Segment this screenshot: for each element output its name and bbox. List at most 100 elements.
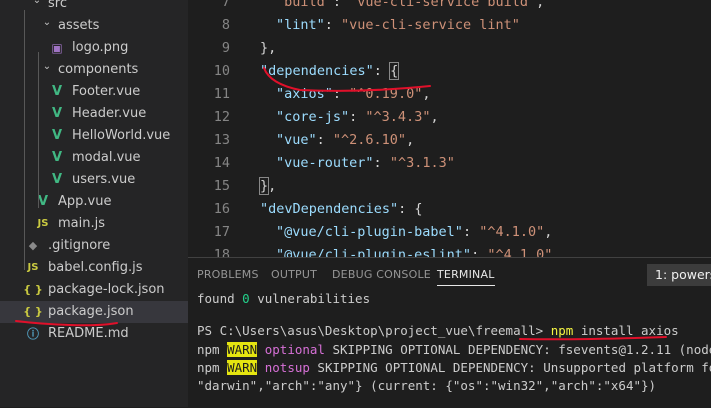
code-token: "@vue/cli-plugin-eslint": [276, 247, 472, 257]
code-token: "vue-cli-service build": [349, 0, 537, 10]
code-text: },: [258, 175, 277, 198]
code-token: }: [258, 177, 270, 195]
code-token: "^2.6.10": [332, 132, 407, 148]
code-line: 7 "build": "vue-cli-service build",: [188, 0, 711, 14]
terminal-select[interactable]: 1: powers: [647, 264, 711, 286]
item-label: main.js: [58, 216, 105, 231]
code-text: "@vue/cli-plugin-babel": "^4.1.0",: [276, 221, 552, 244]
line-number: 14: [213, 155, 230, 171]
item-label: HelloWorld.vue: [72, 128, 171, 143]
warn-badge: WARN: [227, 360, 258, 375]
code-token: "vue": [276, 132, 317, 148]
terminal-line-warn-1: npm WARN optional SKIPPING OPTIONAL DEPE…: [197, 341, 711, 359]
tab-problems[interactable]: PROBLEMS: [197, 258, 259, 292]
code-token: :: [332, 86, 350, 102]
code-line: 12 "core-js": "^3.4.3",: [188, 106, 711, 129]
item-label: logo.png: [72, 40, 129, 55]
file-item[interactable]: JS babel.config.js: [0, 257, 188, 279]
code-token: ,: [536, 0, 545, 10]
terminal-line-platform: "darwin","arch":"any"} (current: {"os":"…: [197, 378, 657, 393]
warn-badge: WARN: [227, 342, 258, 357]
code-token: "^4.1.0": [479, 224, 545, 240]
indent-guide: [24, 10, 25, 270]
terminal-text: SKIPPING OPTIONAL DEPENDENCY: Unsupporte…: [309, 360, 711, 375]
code-token: ,: [268, 178, 277, 194]
file-item[interactable]: { } package-lock.json: [0, 279, 188, 301]
terminal-line-command: PS C:\Users\asus\Desktop\project_vue\fre…: [197, 322, 679, 340]
json-file-icon: { }: [23, 283, 43, 296]
code-token: ,: [422, 86, 431, 102]
tab-output[interactable]: OUTPUT: [271, 258, 317, 292]
item-label: users.vue: [72, 172, 136, 187]
code-token: "@vue/cli-plugin-babel": [276, 224, 463, 240]
file-item[interactable]: JS main.js: [0, 213, 188, 235]
indent-guide: [38, 52, 39, 208]
code-line: 10 "dependencies": {: [188, 60, 711, 83]
tab-terminal[interactable]: TERMINAL: [437, 258, 495, 292]
terminal-text: SKIPPING OPTIONAL DEPENDENCY: fsevents@1…: [332, 342, 711, 357]
code-text: "devDependencies": {: [260, 198, 423, 221]
file-item[interactable]: ⓘ README.md: [0, 323, 188, 345]
code-token: "vue-cli-service lint": [341, 17, 520, 33]
file-item[interactable]: ▣ logo.png: [0, 37, 188, 59]
code-token: :: [316, 132, 333, 148]
folder-item[interactable]: ⌄ src: [0, 0, 188, 15]
terminal-text: vulnerabilities: [249, 291, 371, 306]
code-line: 18 "@vue/cli-plugin-eslint": "^4.1.0",: [188, 244, 711, 257]
code-text: "vue-router": "^3.1.3": [276, 152, 455, 175]
file-item[interactable]: V Footer.vue: [0, 81, 188, 103]
line-number: 12: [213, 109, 230, 125]
code-editor[interactable]: 7 "build": "vue-cli-service build", 8 "lint…: [188, 0, 711, 257]
code-token: "axios": [276, 86, 333, 102]
code-token: ,: [430, 109, 439, 125]
code-token: :: [471, 247, 488, 257]
chevron-down-icon: ⌄: [32, 0, 42, 6]
item-label: assets: [58, 18, 100, 33]
vue-file-icon: V: [37, 194, 49, 209]
file-item[interactable]: Vmodal.vue: [0, 147, 188, 169]
bottom-panel: PROBLEMS OUTPUT DEBUG CONSOLE TERMINAL 1…: [188, 257, 711, 408]
explorer-sidebar: ⌄ src ⌄ assets ▣ logo.png ⌄ components V Footer.v…: [0, 0, 188, 407]
folder-item[interactable]: ⌄ assets: [0, 15, 188, 37]
item-label: components: [58, 62, 139, 77]
code-text: "@vue/cli-plugin-eslint": "^4.1.0",: [276, 244, 561, 257]
chevron-down-icon: ⌄: [42, 61, 52, 72]
code-token: "^3.4.3": [365, 109, 431, 125]
code-token: "^0.19.0": [349, 86, 423, 102]
code-text: "core-js": "^3.4.3",: [276, 106, 439, 129]
file-item[interactable]: V Header.vue: [0, 103, 188, 125]
code-text: "dependencies": {: [260, 60, 400, 83]
folder-item[interactable]: ⌄ components: [0, 59, 188, 81]
vue-file-icon: V: [51, 150, 63, 165]
warn-kind: notsup: [257, 360, 310, 375]
js-file-icon: JS: [27, 262, 39, 273]
code-token: :: [332, 0, 350, 10]
line-number: 17: [213, 224, 230, 240]
line-number: 13: [213, 132, 230, 148]
item-label: .gitignore: [48, 238, 111, 253]
code-token: "lint": [276, 17, 325, 33]
code-token: "^3.1.3": [389, 155, 455, 171]
code-token: ,: [552, 247, 561, 257]
code-text: "lint": "vue-cli-service lint": [276, 14, 520, 37]
json-file-icon: { }: [23, 305, 43, 318]
info-file-icon: ⓘ: [26, 327, 39, 341]
terminal-line-found: found 0 vulnerabilities: [197, 290, 370, 308]
file-item[interactable]: V App.vue: [0, 191, 188, 213]
line-number: 7: [221, 0, 230, 10]
vue-file-icon: V: [51, 84, 63, 99]
line-number: 18: [213, 247, 230, 257]
code-token: {: [389, 62, 400, 80]
code-line: 8 "lint": "vue-cli-service lint": [188, 14, 711, 37]
item-label: modal.vue: [72, 150, 141, 165]
code-text: "vue": "^2.6.10",: [276, 129, 414, 152]
terminal-text: npm: [197, 342, 228, 357]
item-label: Footer.vue: [72, 84, 141, 99]
file-item[interactable]: ◆ .gitignore: [0, 235, 188, 257]
code-line: 17 "@vue/cli-plugin-babel": "^4.1.0",: [188, 221, 711, 244]
file-item[interactable]: Vusers.vue: [0, 169, 188, 191]
chevron-down-icon: ⌄: [42, 17, 52, 28]
tab-debug-console[interactable]: DEBUG CONSOLE: [332, 258, 431, 292]
file-item[interactable]: { } package.json: [0, 301, 188, 323]
file-item[interactable]: V HelloWorld.vue: [0, 125, 188, 147]
